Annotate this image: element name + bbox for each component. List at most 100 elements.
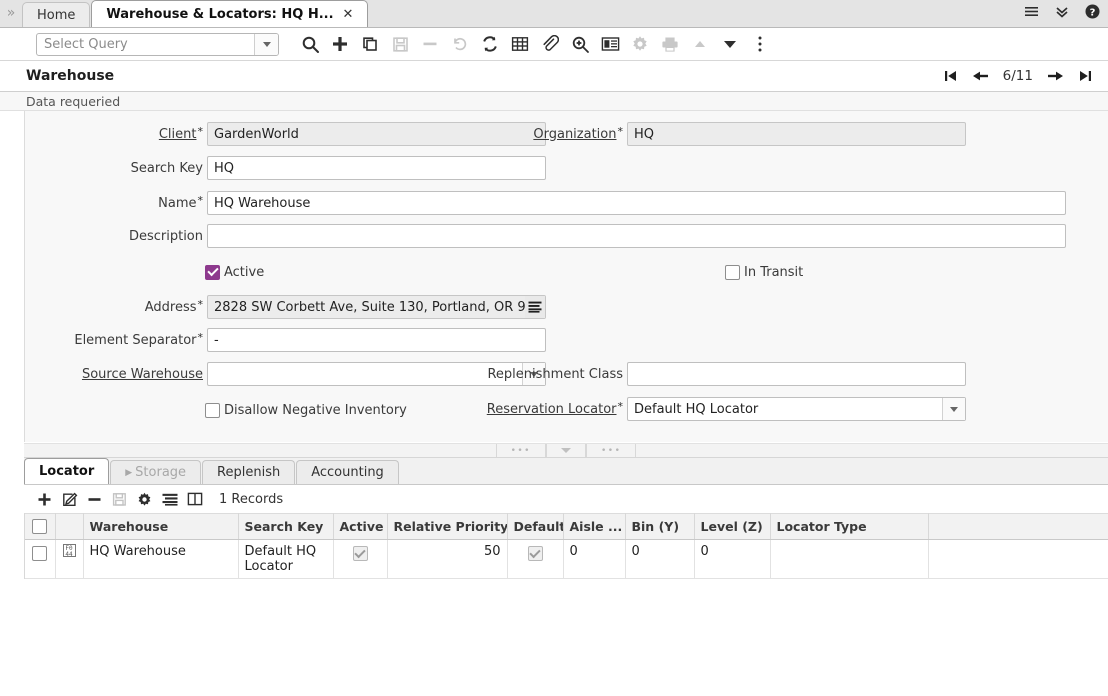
disallow-negative-inventory-checkbox[interactable] bbox=[205, 403, 220, 418]
close-icon[interactable]: ✕ bbox=[343, 7, 354, 22]
grid-header-level[interactable]: Level (Z) bbox=[694, 514, 770, 540]
grid-header-default[interactable]: Default bbox=[507, 514, 563, 540]
select-all-checkbox[interactable] bbox=[32, 519, 47, 534]
field-row-replenishment-class: Replenishment Class bbox=[445, 362, 966, 386]
disallow-negative-inventory-row[interactable]: Disallow Negative Inventory bbox=[205, 400, 407, 420]
replenishment-class-field[interactable] bbox=[627, 362, 966, 386]
grid-lines-button[interactable] bbox=[157, 487, 182, 511]
field-row-element-separator: Element Separator* - bbox=[25, 328, 546, 352]
organization-label: Organization* bbox=[445, 127, 623, 142]
address-editor-button[interactable] bbox=[525, 296, 545, 318]
next-record-button[interactable] bbox=[1040, 63, 1070, 89]
element-separator-label: Element Separator* bbox=[25, 333, 203, 348]
detail-record-button[interactable] bbox=[715, 30, 745, 58]
record-info-button[interactable] bbox=[595, 30, 625, 58]
grid-process-button[interactable] bbox=[132, 487, 157, 511]
window-tab-home[interactable]: Home bbox=[22, 2, 90, 27]
required-marker: * bbox=[198, 331, 204, 344]
first-record-button[interactable] bbox=[936, 63, 966, 89]
field-row-description: Description bbox=[25, 224, 1066, 248]
grid-toggle-button[interactable] bbox=[505, 30, 535, 58]
grid-header-aisle[interactable]: Aisle ... bbox=[563, 514, 625, 540]
reservation-locator-dropdown-button[interactable] bbox=[942, 398, 965, 420]
copy-record-button[interactable] bbox=[355, 30, 385, 58]
grid-delete-button[interactable] bbox=[82, 487, 107, 511]
process-button[interactable] bbox=[625, 30, 655, 58]
in-transit-checkbox[interactable] bbox=[725, 265, 740, 280]
element-separator-value: - bbox=[214, 333, 219, 348]
delete-button[interactable] bbox=[415, 30, 445, 58]
zoom-across-button[interactable] bbox=[565, 30, 595, 58]
warehouse-form-panel: Client* GardenWorld Organization* HQ Sea… bbox=[24, 111, 1108, 442]
grid-edit-button[interactable] bbox=[57, 487, 82, 511]
find-button[interactable] bbox=[295, 30, 325, 58]
active-checkbox-row[interactable]: Active bbox=[205, 262, 264, 282]
splitter-collapse-button[interactable] bbox=[546, 444, 586, 457]
grid-header-select[interactable] bbox=[25, 514, 55, 540]
expand-sidebar-icon[interactable]: » bbox=[0, 0, 22, 27]
collapse-all-icon[interactable] bbox=[1055, 5, 1069, 21]
description-field[interactable] bbox=[207, 224, 1066, 248]
overflow-menu-button[interactable] bbox=[745, 30, 775, 58]
select-query-combobox[interactable] bbox=[36, 33, 279, 56]
menu-icon[interactable] bbox=[1024, 5, 1039, 21]
disallow-negative-inventory-label: Disallow Negative Inventory bbox=[224, 403, 407, 418]
grid-header-locatortype[interactable]: Locator Type bbox=[770, 514, 928, 540]
grid-header-priority[interactable]: Relative Priority bbox=[387, 514, 507, 540]
reservation-locator-value: Default HQ Locator bbox=[628, 398, 942, 420]
grid-header-bin[interactable]: Bin (Y) bbox=[625, 514, 694, 540]
select-query-dropdown-button[interactable] bbox=[254, 34, 278, 55]
organization-field[interactable]: HQ bbox=[627, 122, 966, 146]
address-field[interactable]: 2828 SW Corbett Ave, Suite 130, Portland… bbox=[207, 295, 546, 319]
last-record-button[interactable] bbox=[1070, 63, 1100, 89]
help-icon[interactable]: ? bbox=[1085, 4, 1100, 22]
search-key-label: Search Key bbox=[25, 161, 203, 176]
grid-new-button[interactable] bbox=[32, 487, 57, 511]
grid-save-button[interactable] bbox=[107, 487, 132, 511]
field-row-address: Address* 2828 SW Corbett Ave, Suite 130,… bbox=[25, 295, 546, 319]
table-row[interactable]: F0 44 HQ Warehouse Default HQ Locator 50… bbox=[25, 540, 1108, 579]
in-transit-checkbox-row[interactable]: In Transit bbox=[725, 262, 803, 282]
panel-splitter[interactable]: ••• ••• bbox=[24, 443, 1108, 458]
page-title: Warehouse bbox=[26, 68, 114, 84]
tab-storage[interactable]: ▶ Storage bbox=[110, 460, 201, 484]
reservation-locator-combobox[interactable]: Default HQ Locator bbox=[627, 397, 966, 421]
parent-record-button[interactable] bbox=[685, 30, 715, 58]
window-tab-bar: » Home Warehouse & Locators: HQ H... ✕ bbox=[0, 0, 1108, 28]
splitter-grip-left[interactable]: ••• bbox=[496, 444, 546, 457]
refresh-button[interactable] bbox=[475, 30, 505, 58]
tab-accounting[interactable]: Accounting bbox=[296, 460, 399, 484]
record-position: 6/11 bbox=[996, 68, 1040, 84]
row-default-checkbox bbox=[528, 546, 543, 561]
status-bar: Data requeried bbox=[0, 92, 1108, 111]
address-value: 2828 SW Corbett Ave, Suite 130, Portland… bbox=[214, 300, 542, 315]
search-key-field[interactable]: HQ bbox=[207, 156, 546, 180]
name-field[interactable]: HQ Warehouse bbox=[207, 191, 1066, 215]
undo-button[interactable] bbox=[445, 30, 475, 58]
save-button[interactable] bbox=[385, 30, 415, 58]
previous-record-button[interactable] bbox=[966, 63, 996, 89]
print-button[interactable] bbox=[655, 30, 685, 58]
replenishment-class-label: Replenishment Class bbox=[445, 367, 623, 382]
cell-default bbox=[507, 540, 563, 579]
required-marker: * bbox=[198, 125, 204, 138]
row-select-cell[interactable] bbox=[25, 540, 55, 579]
new-record-button[interactable] bbox=[325, 30, 355, 58]
splitter-grip-right[interactable]: ••• bbox=[586, 444, 636, 457]
window-tab-warehouse-locators[interactable]: Warehouse & Locators: HQ H... ✕ bbox=[91, 0, 368, 27]
attachment-button[interactable] bbox=[535, 30, 565, 58]
grid-columns-button[interactable] bbox=[182, 487, 207, 511]
locator-grid: Warehouse Search Key Active Relative Pri… bbox=[25, 513, 1108, 579]
grid-header-warehouse[interactable]: Warehouse bbox=[83, 514, 238, 540]
window-tab-warehouse-locators-label: Warehouse & Locators: HQ H... bbox=[106, 7, 333, 22]
grid-header-active[interactable]: Active bbox=[333, 514, 387, 540]
row-select-checkbox[interactable] bbox=[32, 546, 47, 561]
record-navigation: 6/11 bbox=[936, 63, 1108, 89]
select-query-input[interactable] bbox=[37, 34, 254, 55]
tab-locator[interactable]: Locator bbox=[24, 458, 109, 484]
active-checkbox[interactable] bbox=[205, 265, 220, 280]
toolbar-buttons bbox=[295, 30, 775, 58]
grid-header-searchkey[interactable]: Search Key bbox=[238, 514, 333, 540]
tab-replenish[interactable]: Replenish bbox=[202, 460, 295, 484]
element-separator-field[interactable]: - bbox=[207, 328, 546, 352]
